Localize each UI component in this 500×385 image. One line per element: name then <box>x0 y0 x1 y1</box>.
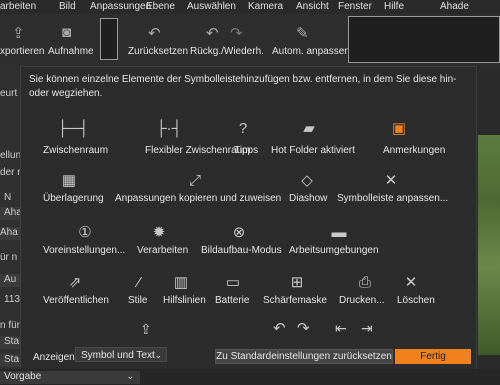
undo-icon: ↶ <box>273 320 286 337</box>
panel-label: der n <box>0 167 20 178</box>
redo-icon: ↷ <box>297 320 310 337</box>
menu-item-adjustments[interactable]: Anpassungen <box>90 1 151 12</box>
export-icon: ⇪ <box>12 25 25 42</box>
toolbar: ⇪ xportieren ◙ Aufnahme ↶ Zurücksetzen ↶… <box>0 14 500 66</box>
panel-label: N <box>4 192 12 203</box>
dialog-description: Sie können einzelne Elemente der Symboll… <box>29 74 457 99</box>
panel-label: ür n <box>0 252 18 263</box>
left-tool-panel: eurt ellung der n N Aha Aha ür n Au 113C… <box>0 66 22 385</box>
camera-icon: ◙ <box>62 24 72 41</box>
hot-folder-icon: ▰ <box>303 120 315 137</box>
menu-item-window[interactable]: Fenster <box>338 1 372 12</box>
redo-icon: ↷ <box>230 25 243 42</box>
publish-icon: ⇗ <box>68 274 82 291</box>
menu-item-camera[interactable]: Kamera <box>248 1 283 12</box>
done-button[interactable]: Fertig <box>395 349 471 364</box>
panel-label: n für <box>0 320 20 331</box>
tools-icon: ✕ <box>384 172 398 189</box>
undo-redo-button[interactable]: ↶ ↷ Rückg./Wiederh. <box>188 14 266 66</box>
customize-toolbar-dialog: Sie können einzelne Elemente der Symboll… <box>20 66 477 371</box>
panel-header: eurt <box>0 88 18 99</box>
image-preview <box>478 135 500 355</box>
preset-select[interactable]: Vorgabe ⌄ <box>0 371 140 384</box>
reset-button[interactable]: ↶ Zurücksetzen <box>126 14 188 66</box>
panel-field[interactable]: Sta <box>0 336 20 349</box>
overlay-icon: ▦ <box>61 172 77 189</box>
reset-defaults-button[interactable]: Zu Standardeinstellungen zurücksetzen <box>215 349 393 364</box>
magic-wand-icon: ✎ <box>296 25 309 42</box>
flexible-space-icon: ├·┤ <box>155 119 183 137</box>
guides-icon: ▥ <box>173 274 189 291</box>
menu-item-select[interactable]: Auswählen <box>187 1 236 12</box>
previous-image-icon: ⇤ <box>335 320 347 336</box>
menu-item-user[interactable]: Ahade <box>440 1 469 12</box>
question-icon: ? <box>238 119 248 137</box>
preferences-icon: ① <box>78 224 92 241</box>
show-mode-select[interactable]: Symbol und Text ⌄ <box>75 347 167 362</box>
chevron-down-icon: ⌄ <box>154 350 162 360</box>
menu-bar: arbeiten Bild Anpassungen Ebene Auswähle… <box>0 0 500 14</box>
export-button[interactable]: ⇪ xportieren <box>0 14 44 66</box>
panel-field[interactable]: Sta <box>0 354 20 367</box>
gear-icon: ✹ <box>152 224 166 241</box>
panel-value: 113C <box>4 294 20 305</box>
menu-item-edit[interactable]: arbeiten <box>0 1 36 12</box>
undo-icon: ↶ <box>206 25 219 42</box>
menu-item-help[interactable]: Hilfe <box>384 1 404 12</box>
export-icon: ⇪ <box>140 321 152 337</box>
focus-mask-icon: ⊞ <box>290 274 304 291</box>
print-icon: ⎙ <box>358 273 371 291</box>
panel-field[interactable]: Aha <box>0 227 20 240</box>
workspace-icon: ▬ <box>331 223 347 241</box>
toolbar-placeholder-box <box>100 18 118 60</box>
auto-adjust-button[interactable]: ✎ Autom. anpassen <box>268 14 350 66</box>
copy-apply-icon: ⤢ <box>188 171 201 189</box>
panel-label: ellung <box>0 150 20 161</box>
battery-icon: ▭ <box>225 274 241 291</box>
composition-icon: ⊗ <box>232 224 246 241</box>
capture-button[interactable]: ◙ Aufnahme <box>46 14 96 66</box>
next-image-icon: ⇥ <box>361 320 373 336</box>
panel-field[interactable]: Aha <box>0 207 22 220</box>
panel-field[interactable]: Au <box>0 274 20 287</box>
menu-item-layer[interactable]: Ebene <box>146 1 175 12</box>
close-icon: ✕ <box>404 274 418 291</box>
space-icon: ├─┤ <box>57 119 89 137</box>
toolbar-drop-area <box>348 16 500 63</box>
brush-icon: ⁄ <box>137 273 141 291</box>
slideshow-icon: ◇ <box>301 172 313 189</box>
reset-icon: ↶ <box>148 25 161 42</box>
menu-item-image[interactable]: Bild <box>59 1 76 12</box>
annotation-icon: ▣ <box>391 120 407 137</box>
chevron-down-icon: ⌄ <box>126 371 134 381</box>
bottom-panel: Vorgabe ⌄ <box>0 369 500 385</box>
show-label: Anzeigen <box>33 352 75 363</box>
menu-item-view[interactable]: Ansicht <box>296 1 329 12</box>
